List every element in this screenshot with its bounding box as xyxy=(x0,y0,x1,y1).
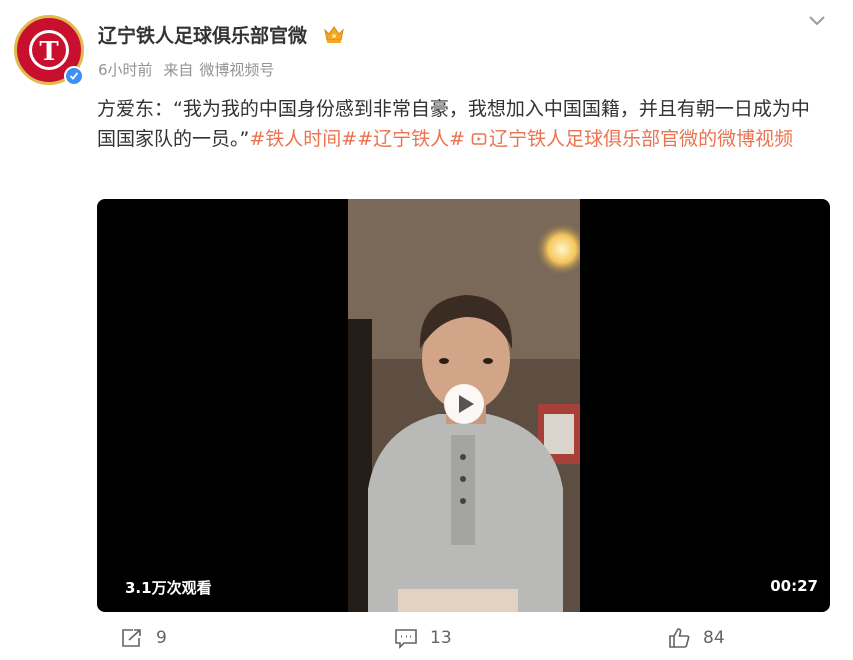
chevron-down-icon[interactable] xyxy=(806,12,828,30)
comment-icon xyxy=(395,629,417,649)
logo-mark: T xyxy=(39,37,59,67)
post-time[interactable]: 6小时前 xyxy=(98,61,153,79)
play-icon[interactable] xyxy=(444,384,484,424)
video-player[interactable]: 3.1万次观看 00:27 xyxy=(97,199,830,612)
author-name[interactable]: 辽宁铁人足球俱乐部官微 xyxy=(98,21,307,48)
comment-button[interactable]: 13 xyxy=(394,622,452,654)
like-button[interactable]: 84 xyxy=(667,622,725,654)
video-link-icon xyxy=(471,133,487,145)
verified-badge-icon xyxy=(64,66,84,86)
thumbs-up-icon xyxy=(669,628,690,648)
repost-button[interactable]: 9 xyxy=(120,622,167,654)
like-count: 84 xyxy=(703,628,725,648)
repost-count: 9 xyxy=(156,628,167,648)
post-meta: 6小时前 来自 微博视频号 xyxy=(98,59,280,80)
repost-icon xyxy=(122,629,141,647)
action-bar: 9 13 84 xyxy=(0,622,853,654)
view-count: 3.1万次观看 xyxy=(125,579,212,597)
video-duration: 00:27 xyxy=(770,577,818,595)
source-prefix: 来自 xyxy=(163,61,194,79)
crown-badge-icon xyxy=(324,26,344,43)
post-text: 方爱东：“我为我的中国身份感到非常自豪，我想加入中国国籍，并且有朝一日成为中国国… xyxy=(97,94,827,154)
post-source[interactable]: 微博视频号 xyxy=(199,61,274,79)
video-link[interactable]: 辽宁铁人足球俱乐部官微的微博视频 xyxy=(471,128,793,150)
comment-count: 13 xyxy=(430,628,452,648)
hashtag-link[interactable]: #铁人时间# xyxy=(249,128,357,150)
video-link-label[interactable]: 辽宁铁人足球俱乐部官微的微博视频 xyxy=(489,128,793,150)
hashtag-link[interactable]: #辽宁铁人# xyxy=(357,128,465,150)
